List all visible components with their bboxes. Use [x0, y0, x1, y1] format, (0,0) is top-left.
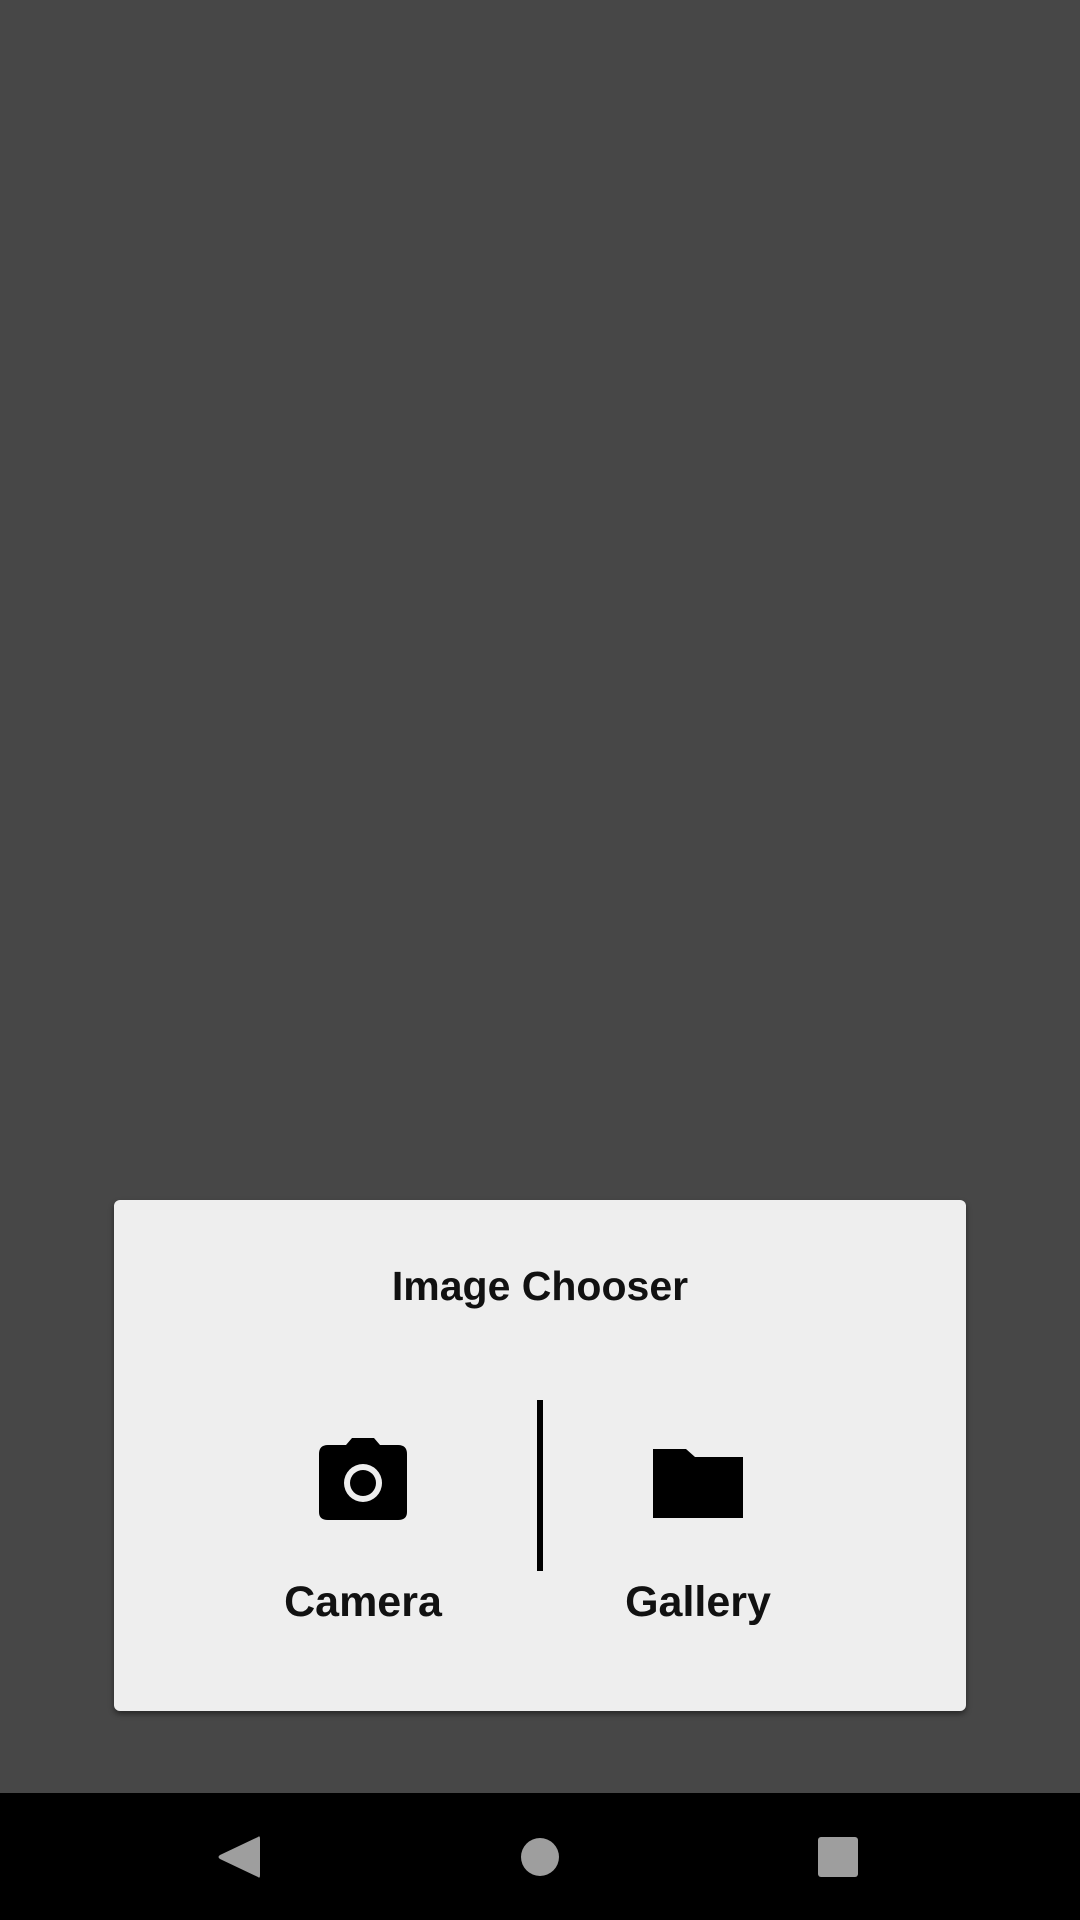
camera-icon	[318, 1436, 408, 1526]
screen: Image Chooser Camera Gallery	[0, 0, 1080, 1920]
dialog-title: Image Chooser	[391, 1263, 689, 1309]
image-chooser-dialog: Image Chooser Camera Gallery	[114, 1200, 966, 1711]
camera-option[interactable]: Camera	[213, 1400, 513, 1660]
gallery-label: Gallery	[625, 1578, 771, 1626]
folder-icon	[653, 1436, 743, 1526]
recents-square-icon	[817, 1836, 859, 1878]
camera-label: Camera	[284, 1578, 442, 1626]
back-button[interactable]	[199, 1817, 279, 1897]
home-circle-icon	[520, 1837, 560, 1877]
home-button[interactable]	[500, 1817, 580, 1897]
recents-button[interactable]	[798, 1817, 878, 1897]
gallery-option[interactable]: Gallery	[548, 1400, 848, 1660]
back-triangle-icon	[216, 1833, 262, 1881]
option-divider	[537, 1400, 543, 1571]
navigation-bar	[0, 1793, 1080, 1920]
